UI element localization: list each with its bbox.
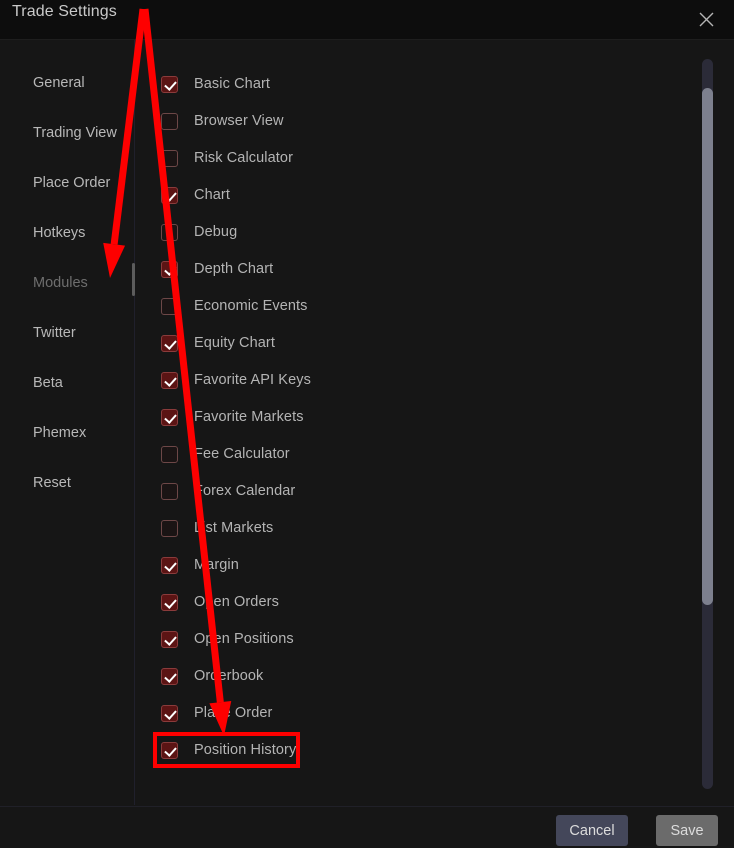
checkbox-unchecked-icon[interactable]	[161, 445, 178, 463]
module-row-forex-calendar[interactable]: Forex Calendar	[161, 479, 295, 503]
module-row-fee-calculator[interactable]: Fee Calculator	[161, 442, 290, 466]
module-row-margin[interactable]: Margin	[161, 553, 239, 577]
module-label: Fee Calculator	[194, 446, 290, 462]
sidebar-item-label: Hotkeys	[33, 225, 86, 241]
checkbox-unchecked-icon[interactable]	[161, 482, 178, 500]
module-label: Risk Calculator	[194, 150, 293, 166]
module-label: Place Order	[194, 705, 273, 721]
sidebar-item-label: Phemex	[33, 425, 87, 441]
module-row-equity-chart[interactable]: Equity Chart	[161, 331, 275, 355]
sidebar-item-twitter[interactable]: Twitter	[0, 316, 134, 350]
scrollbar-thumb[interactable]	[702, 88, 713, 605]
sidebar-item-label: Trading View	[33, 125, 117, 141]
checkbox-checked-icon[interactable]	[161, 75, 178, 93]
sidebar-item-place-order[interactable]: Place Order	[0, 166, 134, 200]
module-label: Browser View	[194, 113, 284, 129]
module-label: Favorite Markets	[194, 409, 304, 425]
checkbox-checked-icon[interactable]	[161, 741, 178, 759]
sidebar-item-label: Beta	[33, 375, 63, 391]
module-row-open-positions[interactable]: Open Positions	[161, 627, 294, 651]
sidebar-item-label: Twitter	[33, 325, 76, 341]
sidebar-item-label: Reset	[33, 475, 71, 491]
sidebar-item-trading-view[interactable]: Trading View	[0, 116, 134, 150]
sidebar-item-label: General	[33, 75, 85, 91]
dialog-footer: Cancel Save	[0, 806, 734, 848]
checkbox-unchecked-icon[interactable]	[161, 223, 178, 241]
sidebar-item-hotkeys[interactable]: Hotkeys	[0, 216, 134, 250]
save-button[interactable]: Save	[656, 815, 718, 846]
checkbox-checked-icon[interactable]	[161, 371, 178, 389]
dialog-header: Trade Settings	[0, 0, 734, 40]
sidebar-item-label: Place Order	[33, 175, 111, 191]
settings-sidebar: General Trading View Place Order Hotkeys Mod…	[0, 40, 134, 805]
module-row-orderbook[interactable]: Orderbook	[161, 664, 263, 688]
checkbox-checked-icon[interactable]	[161, 334, 178, 352]
checkbox-unchecked-icon[interactable]	[161, 112, 178, 130]
module-row-open-orders[interactable]: Open Orders	[161, 590, 279, 614]
checkbox-checked-icon[interactable]	[161, 186, 178, 204]
module-label: Chart	[194, 187, 230, 203]
checkbox-unchecked-icon[interactable]	[161, 149, 178, 167]
checkbox-checked-icon[interactable]	[161, 593, 178, 611]
module-label: Debug	[194, 224, 238, 240]
module-row-chart[interactable]: Chart	[161, 183, 230, 207]
module-label: Economic Events	[194, 298, 308, 314]
checkbox-unchecked-icon[interactable]	[161, 519, 178, 537]
sidebar-item-reset[interactable]: Reset	[0, 466, 134, 500]
module-label: Depth Chart	[194, 261, 274, 277]
checkbox-checked-icon[interactable]	[161, 408, 178, 426]
checkbox-checked-icon[interactable]	[161, 260, 178, 278]
module-label: List Markets	[194, 520, 274, 536]
module-row-basic-chart[interactable]: Basic Chart	[161, 72, 270, 96]
sidebar-item-phemex[interactable]: Phemex	[0, 416, 134, 450]
checkbox-checked-icon[interactable]	[161, 704, 178, 722]
module-row-browser-view[interactable]: Browser View	[161, 109, 284, 133]
module-label: Forex Calendar	[194, 483, 296, 499]
sidebar-item-label: Modules	[33, 275, 88, 291]
module-row-favorite-markets[interactable]: Favorite Markets	[161, 405, 304, 429]
close-icon[interactable]	[686, 0, 726, 38]
module-row-economic-events[interactable]: Economic Events	[161, 294, 308, 318]
cancel-button[interactable]: Cancel	[556, 815, 628, 846]
module-row-place-order[interactable]: Place Order	[161, 701, 272, 725]
module-row-list-markets[interactable]: List Markets	[161, 516, 273, 540]
module-row-favorite-api-keys[interactable]: Favorite API Keys	[161, 368, 311, 392]
sidebar-item-general[interactable]: General	[0, 66, 134, 100]
module-row-position-history[interactable]: Position History	[161, 738, 296, 762]
modules-list: Basic Chart Browser View Risk Calculator Ch…	[135, 40, 734, 805]
sidebar-item-beta[interactable]: Beta	[0, 366, 134, 400]
checkbox-checked-icon[interactable]	[161, 556, 178, 574]
module-label: Equity Chart	[194, 335, 275, 351]
module-label: Position History	[194, 742, 297, 758]
module-row-debug[interactable]: Debug	[161, 220, 237, 244]
module-row-risk-calculator[interactable]: Risk Calculator	[161, 146, 293, 170]
module-label: Basic Chart	[194, 76, 271, 92]
checkbox-unchecked-icon[interactable]	[161, 297, 178, 315]
module-label: Favorite API Keys	[194, 372, 311, 388]
module-label: Margin	[194, 557, 239, 573]
page-title: Trade Settings	[12, 3, 117, 20]
trade-settings-dialog: Trade Settings General Trading View Place …	[0, 0, 734, 848]
module-label: Open Orders	[194, 594, 279, 610]
module-label: Orderbook	[194, 668, 264, 684]
module-label: Open Positions	[194, 631, 294, 647]
sidebar-item-modules[interactable]: Modules	[0, 266, 134, 300]
checkbox-checked-icon[interactable]	[161, 630, 178, 648]
checkbox-checked-icon[interactable]	[161, 667, 178, 685]
module-row-depth-chart[interactable]: Depth Chart	[161, 257, 273, 281]
